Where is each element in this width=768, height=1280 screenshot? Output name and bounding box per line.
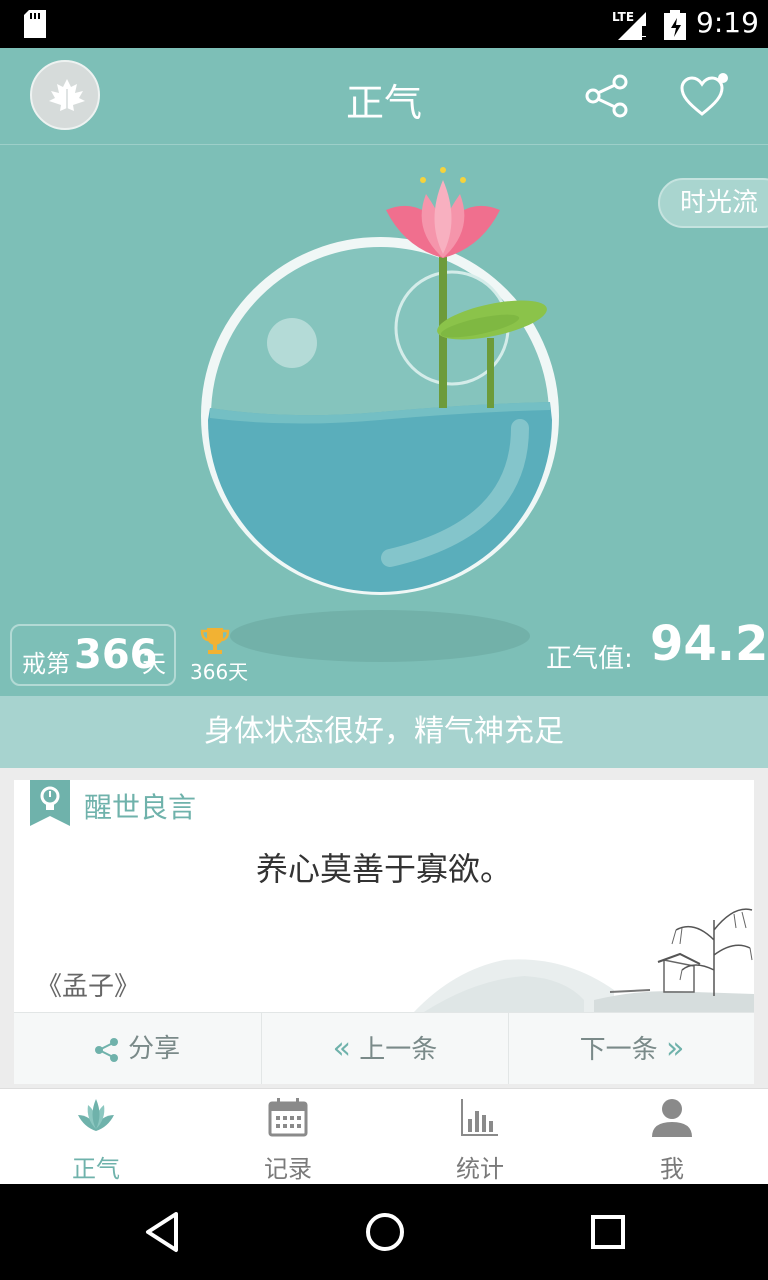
double-chevron-left-icon: «	[332, 1031, 352, 1066]
signal-icon	[618, 12, 646, 40]
streak-counter: 戒第 366 天	[10, 624, 176, 686]
tab-records[interactable]: 记录	[192, 1089, 384, 1185]
tab-label: 记录	[264, 1155, 312, 1183]
quote-card: 醒世良言 养心莫善于寡欲。 《孟子》 分享 « 上一条 下一条 »	[14, 780, 754, 1084]
tab-statistics[interactable]: 统计	[384, 1089, 576, 1185]
sd-card-icon	[24, 10, 46, 38]
avatar[interactable]	[30, 60, 100, 130]
tab-label: 统计	[456, 1155, 504, 1183]
zhengqi-label: 正气值:	[546, 644, 633, 674]
page-title: 正气	[345, 81, 422, 125]
tab-label: 正气	[72, 1155, 120, 1183]
share-icon[interactable]	[584, 74, 630, 118]
app-header: 正气	[0, 48, 768, 145]
quote-source: 《孟子》	[36, 972, 141, 1002]
lotus-icon	[78, 1099, 114, 1131]
ink-landscape-illustration	[414, 908, 754, 1012]
calendar-icon	[268, 1098, 308, 1137]
home-icon[interactable]	[364, 1210, 406, 1254]
next-label: 下一条	[579, 1035, 658, 1065]
previous-quote-button[interactable]: « 上一条	[261, 1013, 508, 1084]
status-bar: LTE 9:19	[0, 0, 768, 48]
system-navigation-bar	[0, 1184, 768, 1280]
back-icon[interactable]	[142, 1210, 182, 1254]
card-actions: 分享 « 上一条 下一条 »	[14, 1012, 754, 1084]
recents-icon[interactable]	[590, 1210, 626, 1254]
zhengqi-value: 94.2	[650, 616, 768, 672]
lightbulb-bookmark-icon	[30, 780, 70, 826]
best-record: 366天	[190, 660, 249, 684]
bar-chart-icon	[461, 1099, 498, 1136]
streak-prefix: 戒第	[22, 650, 70, 678]
trophy-icon	[200, 628, 230, 654]
hero-section: 正气 时光流 戒第 366 天 366天 正气值: 94.2	[0, 48, 768, 696]
previous-label: 上一条	[359, 1035, 438, 1065]
share-icon	[94, 1037, 118, 1062]
card-title: 醒世良言	[84, 791, 197, 824]
clock: 9:19	[696, 6, 759, 39]
person-icon	[652, 1099, 692, 1137]
heart-icon[interactable]	[678, 72, 730, 120]
bottom-tab-bar: 正气 记录 统计 我	[0, 1088, 768, 1185]
double-chevron-right-icon: »	[665, 1031, 685, 1066]
share-label: 分享	[128, 1034, 181, 1064]
next-quote-button[interactable]: 下一条 »	[508, 1013, 754, 1084]
time-flow-button[interactable]: 时光流	[658, 178, 768, 228]
status-message: 身体状态很好，精气神充足	[0, 696, 768, 768]
maple-leaf-icon	[49, 79, 85, 115]
lotus-bowl-illustration	[201, 167, 559, 662]
streak-suffix: 天	[142, 650, 166, 678]
battery-icon	[664, 10, 686, 40]
tab-me[interactable]: 我	[576, 1089, 768, 1185]
tab-label: 我	[660, 1155, 684, 1183]
tab-zhengqi[interactable]: 正气	[0, 1089, 192, 1185]
share-quote-button[interactable]: 分享	[14, 1013, 260, 1084]
quote-text: 养心莫善于寡欲。	[255, 850, 512, 888]
